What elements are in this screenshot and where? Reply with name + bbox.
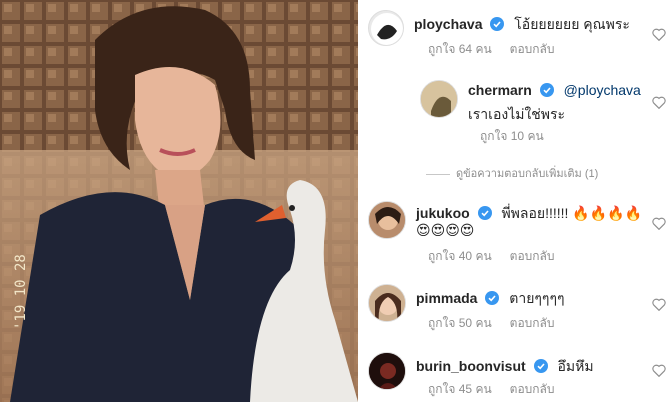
comment-burin-boonvisut: burin_boonvisut อึมหึม ถูกใจ 45 คน ตอบกลั… (358, 348, 670, 402)
comment-username[interactable]: pimmada (416, 290, 477, 306)
comment-username[interactable]: jukukoo (416, 205, 470, 221)
avatar[interactable] (368, 352, 406, 390)
likes-count[interactable]: ถูกใจ 50 คน (428, 316, 492, 330)
avatar[interactable] (368, 201, 406, 239)
avatar[interactable] (420, 80, 458, 118)
verified-icon (539, 83, 554, 100)
comments-panel: ploychava โอ้ยยยยยย คุณพระ ถูกใจ 64 คนตอ… (358, 0, 670, 402)
comment-jukukoo: jukukoo พี่พลอย!!!!!! 🔥🔥🔥🔥 😍😍😍😍 ถูกใจ 40… (358, 195, 670, 265)
heart-icon[interactable] (652, 298, 666, 316)
svg-text:'19 10 28: '19 10 28 (13, 254, 29, 330)
comment-text: โอ้ยยยยยย คุณพระ (514, 16, 630, 32)
comment-username[interactable]: chermarn (468, 82, 532, 98)
mention-link[interactable]: @ploychava (564, 82, 641, 98)
view-replies-label[interactable]: ดูข้อความตอบกลับเพิ่มเติม (1) (456, 168, 598, 180)
verified-icon (490, 17, 505, 34)
likes-count[interactable]: ถูกใจ 45 คน (428, 382, 492, 396)
avatar[interactable] (368, 284, 406, 322)
reply-button[interactable]: ตอบกลับ (510, 316, 555, 330)
verified-icon (485, 291, 500, 308)
likes-count[interactable]: ถูกใจ 64 คน (428, 42, 492, 56)
likes-count[interactable]: ถูกใจ 10 คน (480, 129, 544, 143)
reply-button[interactable]: ตอบกลับ (510, 42, 555, 56)
heart-icon[interactable] (652, 364, 666, 382)
avatar[interactable] (368, 10, 404, 46)
reply-divider (426, 173, 450, 175)
avatar-image (369, 353, 405, 389)
avatar-image (371, 13, 403, 45)
avatar-image (369, 285, 405, 321)
avatar-image (421, 81, 457, 117)
comment-pimmada: pimmada ตายๆๆๆๆ ถูกใจ 50 คน ตอบกลับ (358, 280, 670, 340)
verified-icon (477, 206, 492, 223)
comment-chermarn: chermarn @ploychava เราเองไม่ใช่พระ ถูกใ… (358, 72, 670, 152)
fire-emoji: 🔥🔥🔥🔥 (572, 206, 643, 222)
comment-text: อึมหึม (557, 358, 594, 374)
comment-username[interactable]: burin_boonvisut (416, 358, 526, 374)
photo-illustration: '19 10 28 (0, 0, 358, 402)
verified-icon (533, 359, 548, 376)
comment-text: พี่พลอย!!!!!! (501, 205, 569, 221)
view-replies[interactable]: ดูข้อความตอบกลับเพิ่มเติม (1) (426, 164, 598, 182)
heart-icon[interactable] (652, 28, 666, 46)
comment-text: ตายๆๆๆๆ (509, 290, 565, 306)
reply-button[interactable]: ตอบกลับ (510, 249, 555, 263)
comment-ploychava: ploychava โอ้ยยยยยย คุณพระ ถูกใจ 64 คน ตอ… (358, 0, 670, 60)
heart-eyes-emoji: 😍😍😍😍 (416, 223, 475, 239)
comment-text: เราเองไม่ใช่พระ (468, 106, 566, 122)
avatar-image (369, 202, 405, 238)
post-photo: '19 10 28 (0, 0, 358, 402)
likes-count[interactable]: ถูกใจ 40 คน (428, 249, 492, 263)
reply-button[interactable]: ตอบกลับ (510, 382, 555, 396)
comment-username[interactable]: ploychava (414, 16, 482, 32)
heart-icon[interactable] (652, 96, 666, 114)
heart-icon[interactable] (652, 217, 666, 235)
